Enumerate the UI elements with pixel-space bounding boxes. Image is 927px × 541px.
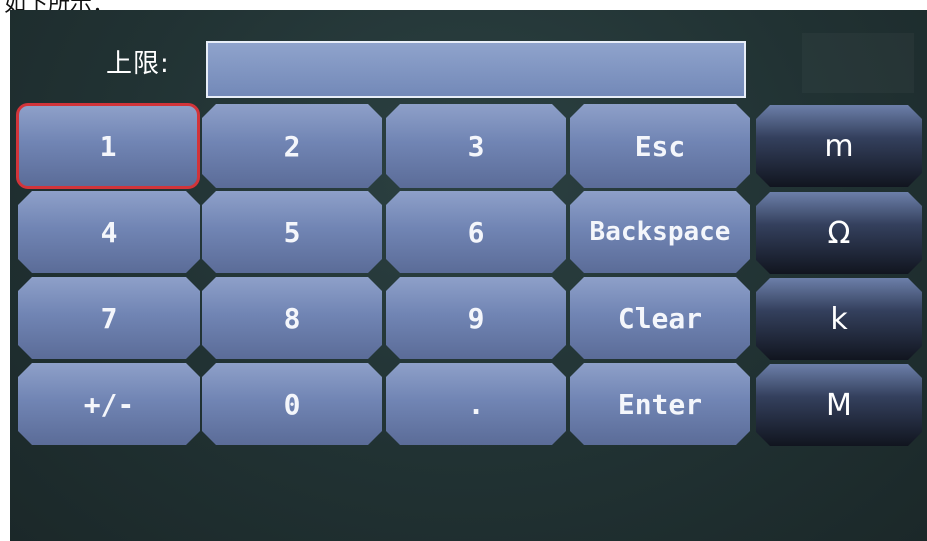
key-1[interactable]: 1	[16, 103, 200, 189]
upper-limit-input[interactable]	[206, 41, 746, 98]
key-8[interactable]: 8	[202, 277, 382, 359]
unit-key-kilo[interactable]: k	[756, 278, 922, 360]
key-plus-minus[interactable]: +/-	[18, 363, 200, 445]
page-caption: 如下所示：	[4, 0, 115, 17]
unit-key-milli[interactable]: m	[756, 105, 922, 187]
unit-key-ohm[interactable]: Ω	[756, 192, 922, 274]
key-0[interactable]: 0	[202, 363, 382, 445]
key-decimal-point[interactable]: .	[386, 363, 566, 445]
corner-panel	[802, 33, 914, 93]
key-2[interactable]: 2	[202, 104, 382, 188]
key-9[interactable]: 9	[386, 277, 566, 359]
key-backspace[interactable]: Backspace	[570, 191, 750, 273]
key-esc[interactable]: Esc	[570, 104, 750, 188]
device-screen: 上限: 1 2 3 Esc 4 5 6 Backspace 7 8 9 Clea…	[10, 10, 927, 541]
key-3[interactable]: 3	[386, 104, 566, 188]
key-5[interactable]: 5	[202, 191, 382, 273]
key-6[interactable]: 6	[386, 191, 566, 273]
key-7[interactable]: 7	[18, 277, 200, 359]
unit-key-mega[interactable]: M	[756, 364, 922, 446]
key-4[interactable]: 4	[18, 191, 200, 273]
key-enter[interactable]: Enter	[570, 363, 750, 445]
upper-limit-label: 上限:	[106, 49, 170, 79]
key-clear[interactable]: Clear	[570, 277, 750, 359]
